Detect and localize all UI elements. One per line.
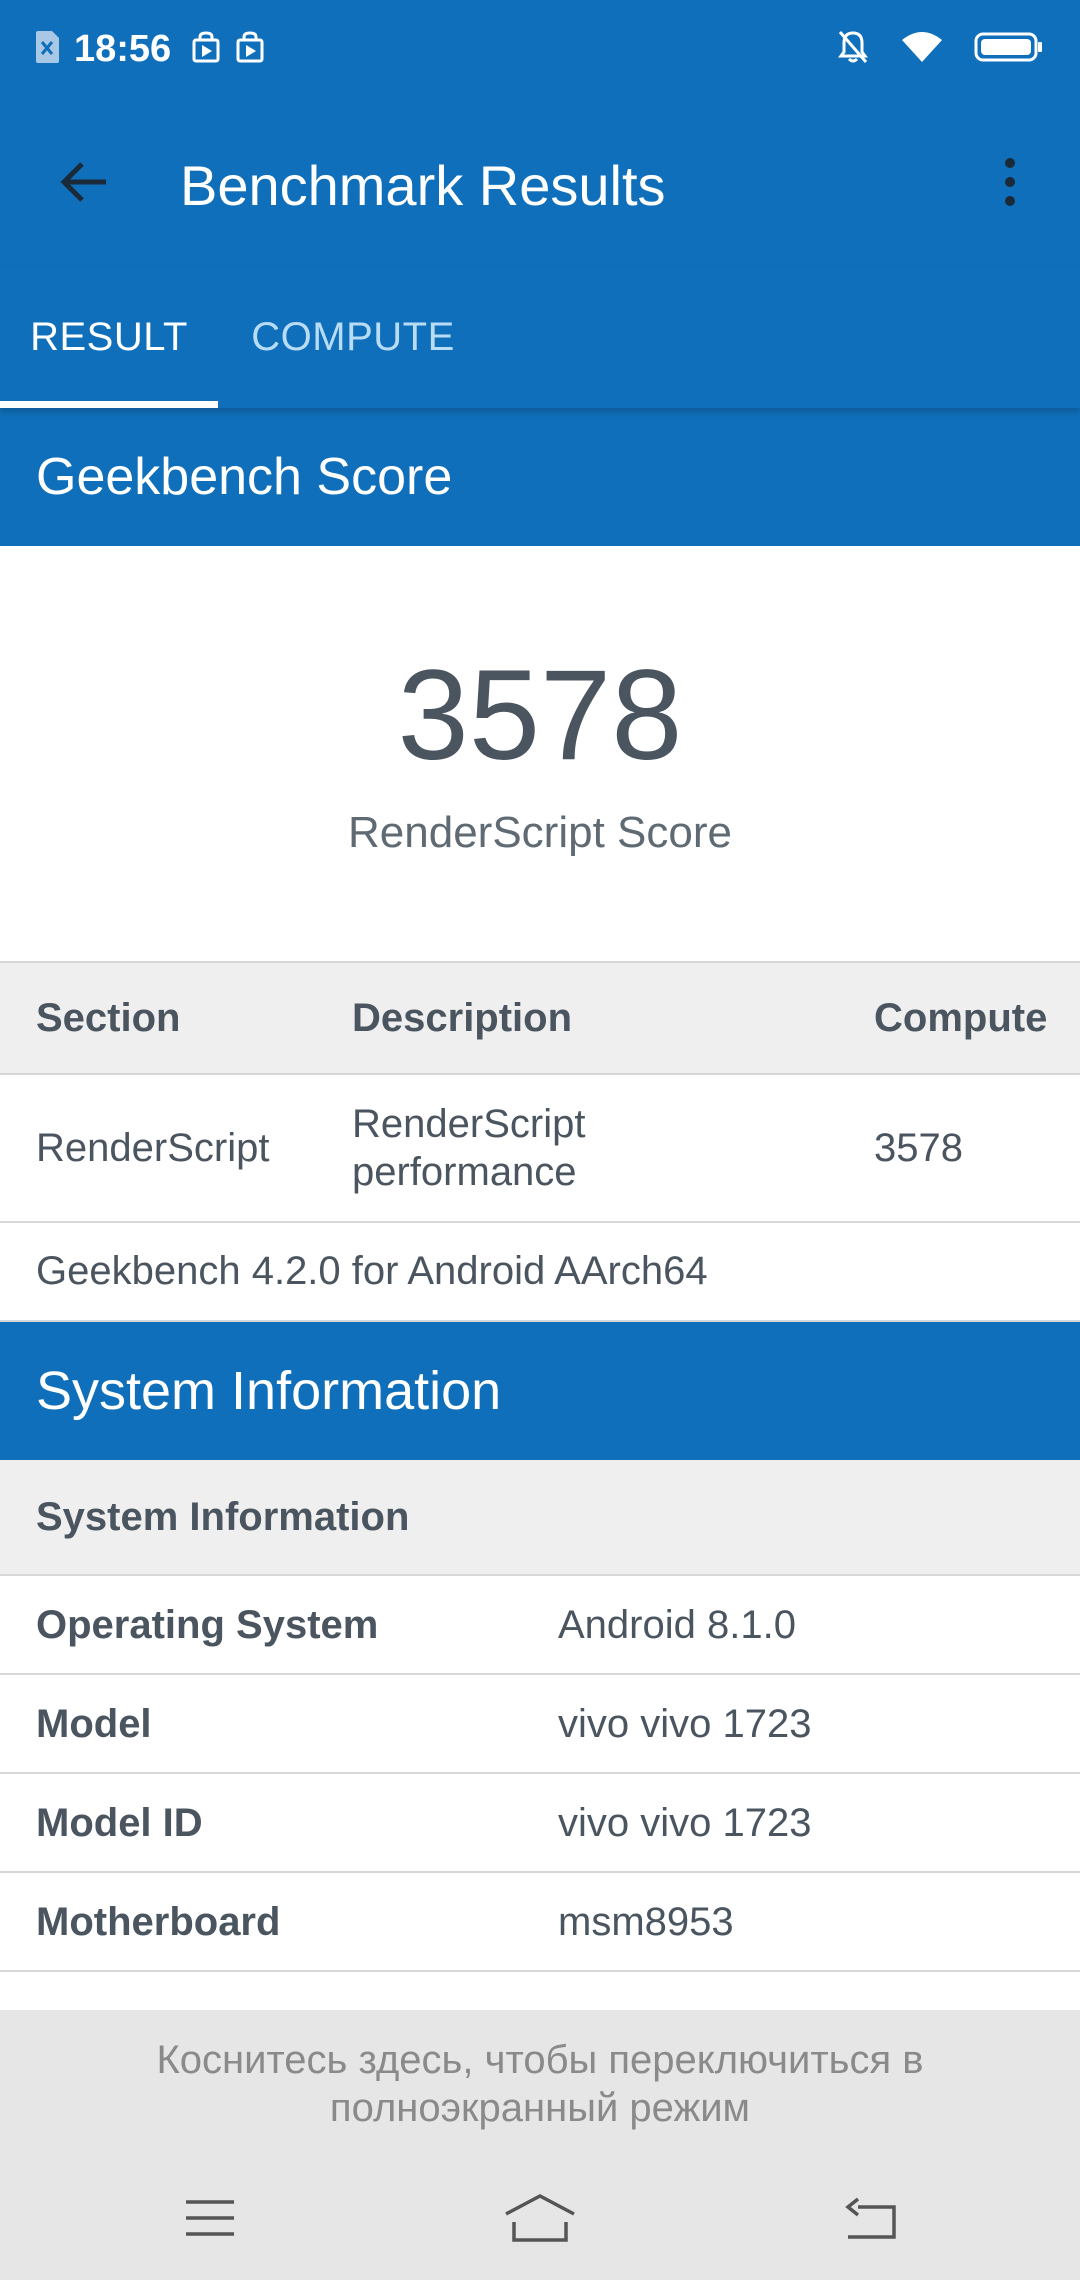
info-key: Model [36,1702,152,1746]
info-key: Model ID [36,1801,203,1845]
tab-compute[interactable]: COMPUTE [218,266,488,408]
list-item: Model vivo vivo 1723 [0,1675,1080,1774]
tab-bar: RESULT COMPUTE [0,266,1080,408]
app-bar: Benchmark Results [0,96,1080,266]
wifi-icon [900,30,944,69]
fullscreen-hint-line2: полноэкранный режим [329,2086,751,2130]
row-section: RenderScript [36,1125,270,1170]
tab-result[interactable]: RESULT [0,266,218,408]
nav-back-button[interactable] [820,2180,920,2260]
nav-menu-button[interactable] [160,2180,260,2260]
sim-card-icon [34,30,60,69]
back-icon [842,2195,898,2246]
status-right [836,24,1044,74]
bag-notification-icon [235,30,265,68]
score-label: RenderScript Score [348,808,732,857]
status-bar: 18:56 [0,0,1080,96]
nav-home-button[interactable] [490,2180,590,2260]
system-info-list[interactable]: Operating System Android 8.1.0 Model viv… [0,1576,1080,2010]
info-key: Motherboard [36,1900,281,1944]
system-information-subheader: System Information [0,1460,1080,1576]
score-card: 3578 RenderScript Score [0,546,1080,961]
list-item: Operating System Android 8.1.0 [0,1576,1080,1675]
info-value: vivo vivo 1723 [558,1801,812,1845]
list-item: Model ID vivo vivo 1723 [0,1774,1080,1873]
arrow-left-icon [56,158,112,211]
geekbench-score-header: Geekbench Score [0,408,1080,546]
tab-indicator [0,401,218,408]
back-button[interactable] [44,144,124,224]
column-header-description: Description [352,995,573,1040]
list-item: Motherboard msm8953 [0,1873,1080,1972]
results-table-header: Section Description Compute [0,961,1080,1075]
row-description: RenderScript performance [352,1075,585,1221]
row-description-line2: performance [352,1150,577,1194]
more-vertical-icon [1003,157,1017,212]
column-header-compute: Compute [874,995,1048,1040]
score-value: 3578 [397,644,683,787]
fullscreen-hint-line1: Коснитесь здесь, чтобы переключиться в [156,2038,924,2082]
version-text: Geekbench 4.2.0 for Android AArch64 [0,1223,1080,1322]
bell-off-icon [836,29,870,70]
info-key: Operating System [36,1603,379,1647]
info-value: msm8953 [558,1900,734,1944]
row-description-line1: RenderScript [352,1102,586,1146]
app-title: Benchmark Results [180,154,666,217]
status-time: 18:56 [74,27,172,70]
info-value: vivo vivo 1723 [558,1702,812,1746]
column-header-section: Section [36,995,181,1040]
navigation-bar [0,2160,1080,2280]
status-left: 18:56 [34,24,265,74]
system-information-header: System Information [0,1322,1080,1460]
table-row: RenderScript RenderScript performance 35… [0,1075,1080,1223]
menu-icon [182,2196,238,2245]
bag-notification-icon [191,30,221,68]
fullscreen-hint[interactable]: Коснитесь здесь, чтобы переключиться в п… [0,2010,1080,2160]
home-icon [502,2192,578,2249]
battery-icon [974,31,1044,68]
row-compute: 3578 [874,1125,963,1170]
info-value: Android 8.1.0 [558,1603,796,1647]
more-options-button[interactable] [970,144,1050,224]
